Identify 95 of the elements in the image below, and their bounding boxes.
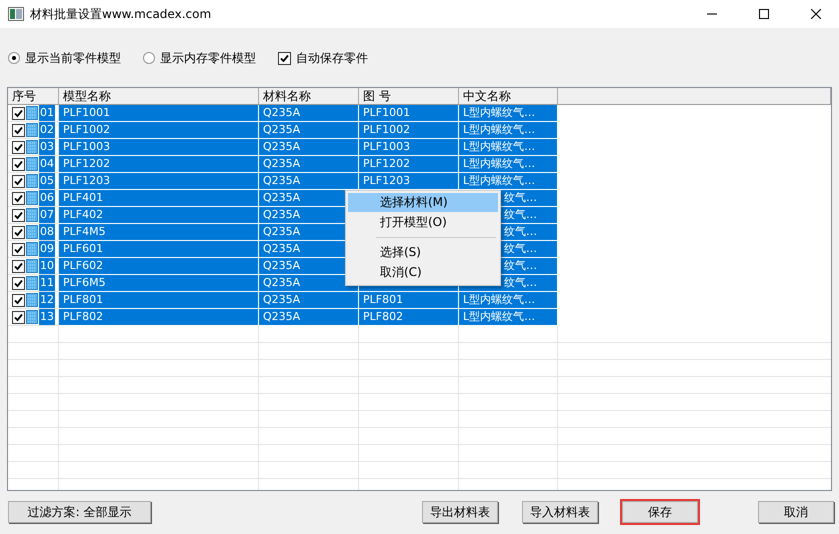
- table-cell: PLF4M5: [59, 224, 259, 241]
- table-cell: PLF1001: [359, 105, 459, 122]
- action-button[interactable]: 导出材料表: [422, 501, 498, 523]
- table-cell: PLF401: [59, 190, 259, 207]
- table-cell: PLF1002: [359, 122, 459, 139]
- action-button[interactable]: 取消: [758, 501, 834, 523]
- table-cell: L型内螺纹气…: [459, 309, 558, 326]
- row-number: 09: [39, 241, 55, 257]
- table-cell: PLF802: [59, 309, 259, 326]
- column-header[interactable]: 序号: [8, 88, 59, 104]
- part-icon: [26, 242, 38, 256]
- part-icon: [26, 310, 38, 324]
- table-cell: Q235A: [259, 156, 359, 173]
- table-cell: Q235A: [259, 173, 359, 190]
- checkbox[interactable]: [12, 208, 25, 222]
- table-cell: Q235A: [259, 275, 359, 292]
- row-number: 03: [39, 139, 55, 155]
- part-icon: [26, 225, 38, 239]
- table-cell: PLF1001: [59, 105, 259, 122]
- table-cell: Q235A: [259, 105, 359, 122]
- table-cell: PLF801: [359, 292, 459, 309]
- part-icon: [26, 140, 38, 154]
- action-button[interactable]: 保存: [622, 501, 698, 523]
- checkbox[interactable]: [278, 52, 291, 64]
- maximize-icon[interactable]: [759, 9, 769, 19]
- part-icon: [26, 174, 38, 188]
- table-cell: L型内螺纹气…: [459, 122, 558, 139]
- row-number: 06: [39, 190, 55, 206]
- row-number: 04: [39, 156, 55, 172]
- checkbox[interactable]: [12, 192, 25, 204]
- menu-item[interactable]: 选择材料(M): [348, 193, 498, 212]
- checkbox[interactable]: [12, 124, 25, 136]
- row-number: 11: [39, 275, 55, 291]
- part-icon: [26, 123, 38, 137]
- table-cell: L型内螺纹气…: [459, 105, 558, 122]
- table-cell: PLF402: [59, 207, 259, 224]
- row-number: 02: [39, 122, 55, 138]
- table-cell: Q235A: [259, 309, 359, 326]
- row-number: 12: [39, 292, 55, 308]
- row-number: 07: [39, 207, 55, 223]
- part-icon: [26, 191, 38, 205]
- checkbox[interactable]: [12, 260, 25, 272]
- table-cell: Q235A: [259, 139, 359, 156]
- table-cell: L型内螺纹气…: [459, 156, 558, 173]
- checkbox[interactable]: [12, 106, 25, 120]
- table-cell: PLF1003: [359, 139, 459, 156]
- option-label: 自动保存零件: [296, 50, 368, 66]
- checkbox[interactable]: [12, 310, 25, 324]
- filter-button[interactable]: 过滤方案: 全部显示: [8, 501, 151, 523]
- app-icon: [8, 7, 24, 21]
- table-cell: PLF801: [59, 292, 259, 309]
- table-cell: PLF1202: [359, 156, 459, 173]
- action-button[interactable]: 导入材料表: [522, 501, 598, 523]
- row-number: 10: [39, 258, 55, 274]
- option-label: 显示内存零件模型: [160, 50, 256, 66]
- column-header[interactable]: 模型名称: [59, 88, 259, 104]
- table-cell: PLF1203: [359, 173, 459, 190]
- checkbox[interactable]: [12, 140, 25, 154]
- checkbox[interactable]: [12, 158, 25, 170]
- row-number: 05: [39, 173, 55, 189]
- checkbox[interactable]: [12, 276, 25, 290]
- table-cell: L型内螺纹气…: [459, 173, 558, 190]
- table-cell: PLF6M5: [59, 275, 259, 292]
- table-cell: Q235A: [259, 292, 359, 309]
- column-header[interactable]: 图 号: [359, 88, 459, 104]
- column-header[interactable]: 中文名称: [459, 88, 558, 104]
- part-icon: [26, 259, 38, 273]
- part-icon: [26, 276, 38, 290]
- part-icon: [26, 208, 38, 222]
- window-title: 材料批量设置www.mcadex.com: [30, 6, 212, 22]
- part-icon: [26, 157, 38, 171]
- table-cell: PLF1202: [59, 156, 259, 173]
- row-number: 08: [39, 224, 55, 240]
- checkbox[interactable]: [12, 226, 25, 238]
- part-icon: [26, 106, 38, 120]
- checkbox[interactable]: [12, 174, 25, 188]
- table-cell: L型内螺纹气…: [459, 292, 558, 309]
- table-cell: Q235A: [259, 122, 359, 139]
- table-cell: PLF1002: [59, 122, 259, 139]
- column-header[interactable]: 材料名称: [259, 88, 359, 104]
- checkbox[interactable]: [12, 242, 25, 256]
- option-label: 显示当前零件模型: [25, 50, 121, 66]
- table-cell: PLF602: [59, 258, 259, 275]
- table-cell: PLF1003: [59, 139, 259, 156]
- table-cell: L型内螺纹气…: [459, 139, 558, 156]
- close-icon[interactable]: [811, 9, 821, 19]
- row-number: 13: [39, 309, 55, 325]
- row-number: 01: [39, 105, 55, 121]
- table-cell: PLF1203: [59, 173, 259, 190]
- part-icon: [26, 293, 38, 307]
- radio-button[interactable]: [8, 52, 20, 64]
- table-cell: PLF802: [359, 309, 459, 326]
- radio-button[interactable]: [143, 52, 155, 64]
- checkbox[interactable]: [12, 294, 25, 306]
- table-cell: PLF601: [59, 241, 259, 258]
